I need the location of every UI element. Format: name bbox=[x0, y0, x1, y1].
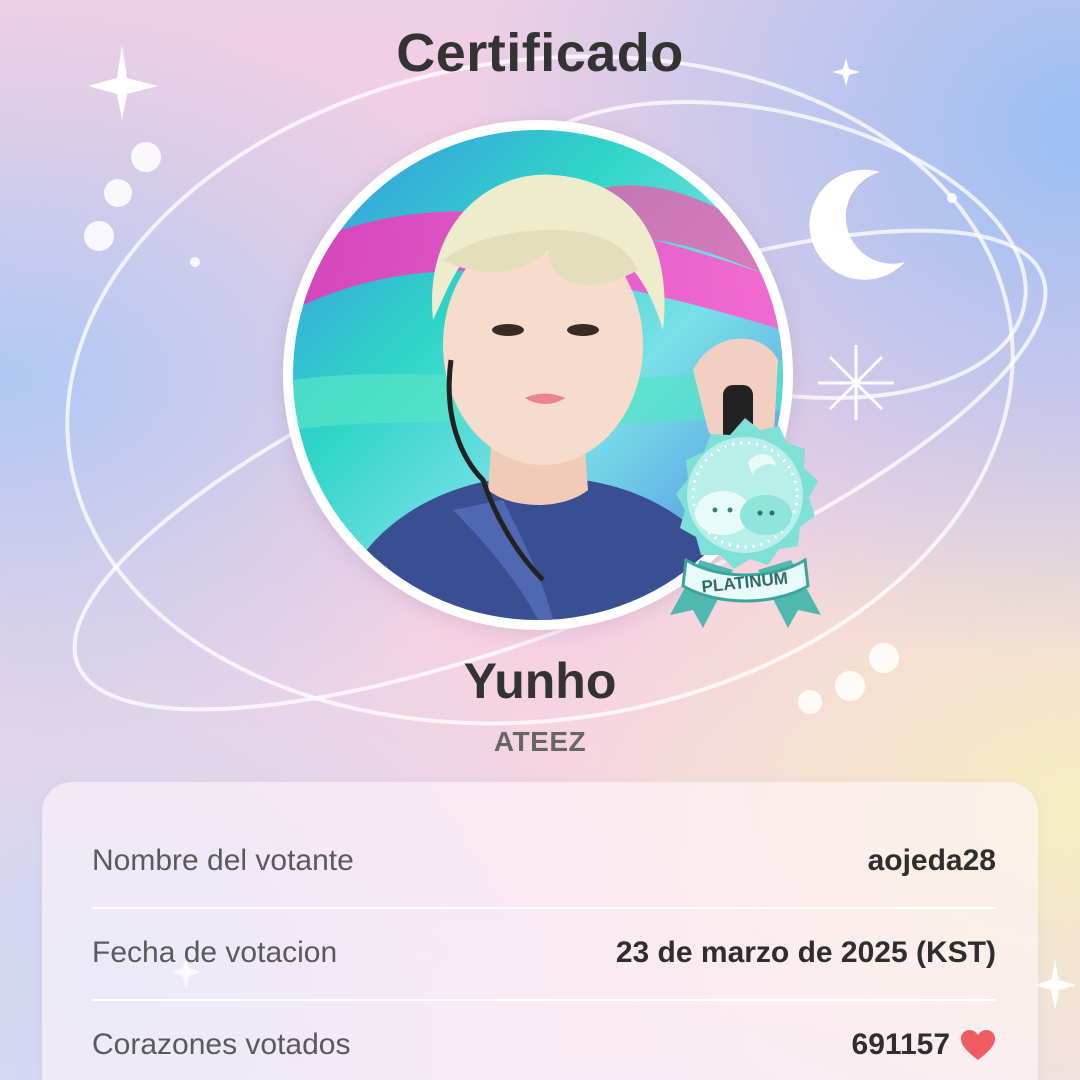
vote-date-label: Fecha de votacion bbox=[92, 936, 338, 969]
hearts-voted-value: 691157 bbox=[851, 1028, 950, 1061]
group-name: ATEEZ bbox=[493, 726, 587, 757]
vote-date-value: 23 de marzo de 2025 (KST) bbox=[615, 936, 996, 969]
voter-name-value: aojeda28 bbox=[867, 844, 996, 877]
heart-icon bbox=[961, 1030, 995, 1060]
artist-name: Yunho bbox=[463, 653, 617, 709]
voter-name-row: Nombre del votante aojeda28 bbox=[92, 815, 996, 909]
vote-date-row: Fecha de votacion 23 de marzo de 2025 (K… bbox=[92, 907, 996, 1001]
hearts-voted-value-group: 691157 bbox=[852, 1028, 996, 1062]
vote-details-card: Nombre del votante aojeda28 Fecha de vot… bbox=[42, 782, 1038, 1080]
hearts-voted-label: Corazones votados bbox=[92, 1028, 351, 1061]
hearts-voted-row: Corazones votados 691157 bbox=[92, 999, 996, 1080]
platinum-medal-icon: PLATINUM bbox=[670, 418, 821, 628]
moon-icon bbox=[809, 169, 905, 280]
star-outline bbox=[818, 345, 894, 420]
platinum-badge: PLATINUM bbox=[648, 410, 843, 630]
certificate-title: Certificado bbox=[396, 23, 684, 83]
voter-name-label: Nombre del votante bbox=[92, 844, 354, 877]
